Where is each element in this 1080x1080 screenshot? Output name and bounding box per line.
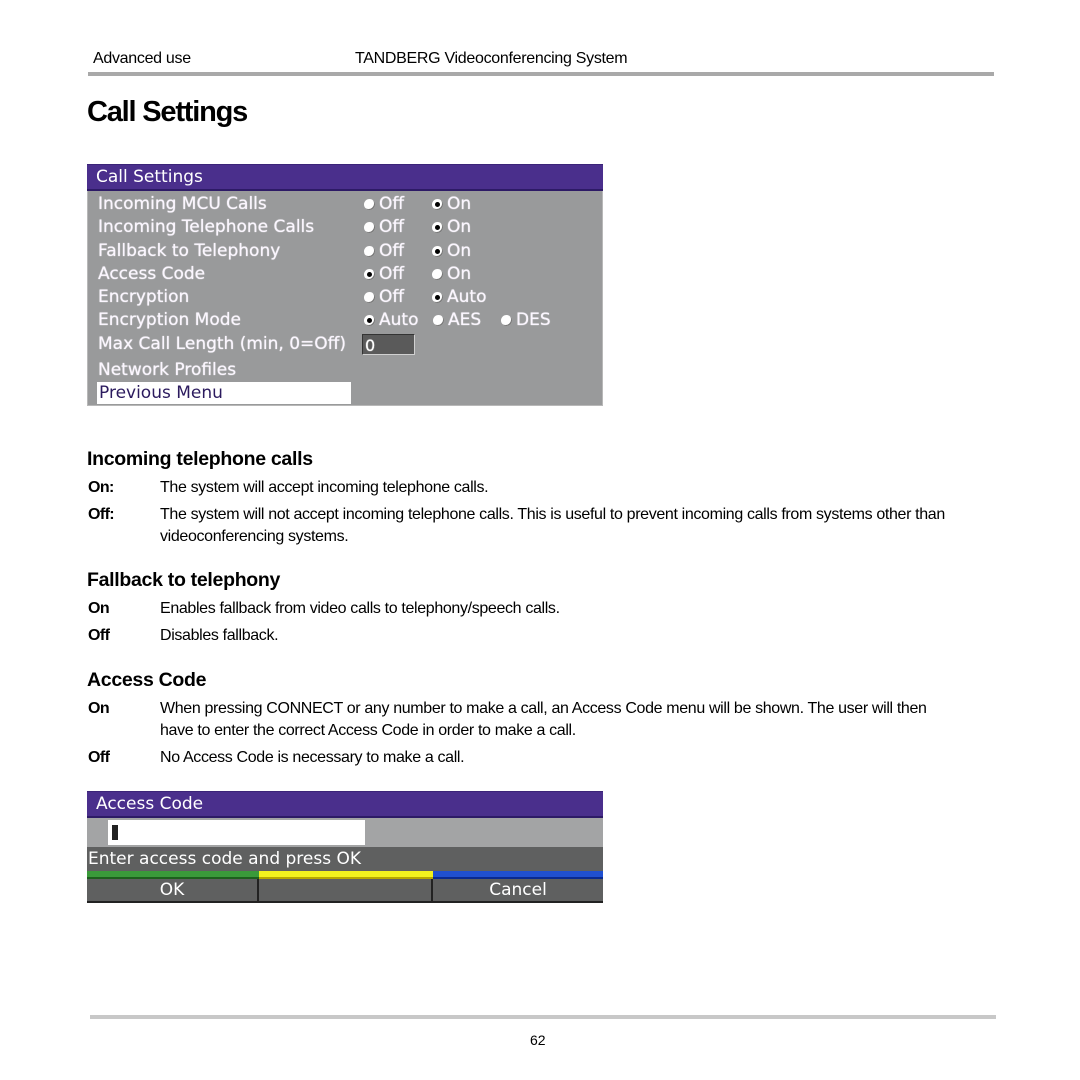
previous-menu-item[interactable]: Previous Menu [97, 382, 351, 405]
menu-row-encryption-mode[interactable]: Encryption Mode Auto AES DES [88, 309, 602, 332]
header-product: TANDBERG Videoconferencing System [355, 50, 628, 67]
access-code-input[interactable] [108, 820, 365, 845]
radio-option-auto[interactable]: Auto [432, 286, 486, 309]
radio-option-auto[interactable]: Auto [364, 309, 418, 332]
cancel-button[interactable]: Cancel [433, 879, 603, 901]
term-label: Off [88, 749, 110, 766]
menu-body: Incoming MCU Calls Off On Incoming Telep… [87, 191, 603, 406]
radio-option-off[interactable]: Off [364, 286, 404, 309]
header-section: Advanced use [93, 50, 191, 67]
blue-bar [433, 871, 603, 879]
header-divider [88, 72, 994, 76]
row-label: Incoming MCU Calls [98, 194, 267, 214]
menu-row-max-call-length[interactable]: Max Call Length (min, 0=Off) 0 [88, 333, 602, 356]
menu-row-fallback-to-telephony[interactable]: Fallback to Telephony Off On [88, 240, 602, 263]
access-code-input-row [87, 818, 603, 847]
footer-divider [90, 1015, 996, 1019]
term-description: When pressing CONNECT or any number to m… [160, 700, 927, 739]
menu-row-encryption[interactable]: Encryption Off Auto [88, 286, 602, 309]
term-description: No Access Code is necessary to make a ca… [160, 749, 465, 766]
radio-icon [364, 245, 375, 257]
term-label: On [88, 700, 110, 717]
section-heading: Incoming telephone calls [87, 448, 313, 470]
radio-icon [433, 315, 444, 327]
max-call-length-input[interactable]: 0 [362, 333, 415, 355]
row-label: Access Code [98, 263, 206, 284]
menu-row-network-profiles[interactable]: Network Profiles [88, 359, 602, 382]
button-color-bars [87, 871, 603, 879]
page-title: Call Settings [87, 96, 248, 128]
term-description: The system will not accept incoming tele… [160, 506, 945, 545]
term-label: On: [88, 479, 114, 496]
term-description: Disables fallback. [160, 627, 279, 644]
access-code-prompt: Enter access code and press OK [87, 847, 603, 871]
term-label: On [88, 600, 110, 617]
radio-selected-icon [432, 292, 443, 304]
access-code-menu: Access Code Enter access code and press … [87, 791, 603, 903]
radio-option-on[interactable]: On [432, 263, 471, 286]
menu-row-incoming-telephone-calls[interactable]: Incoming Telephone Calls Off On [88, 216, 602, 239]
radio-icon [364, 292, 375, 304]
section-heading: Fallback to telephony [87, 569, 281, 591]
page-number: 62 [530, 1032, 546, 1048]
radio-option-off[interactable]: Off [364, 216, 404, 239]
term-description: Enables fallback from video calls to tel… [160, 600, 560, 617]
empty-button[interactable] [259, 879, 433, 901]
row-label: Network Profiles [98, 360, 237, 381]
radio-option-on[interactable]: On [432, 193, 471, 216]
menu-row-incoming-mcu-calls[interactable]: Incoming MCU Calls Off On [88, 193, 602, 216]
row-label: Max Call Length (min, 0=Off) [98, 333, 347, 354]
radio-selected-icon [432, 222, 443, 234]
term-label: Off: [88, 506, 115, 523]
radio-icon [501, 315, 512, 327]
menu-row-access-code[interactable]: Access Code Off On [88, 263, 602, 286]
radio-icon [364, 222, 375, 234]
radio-selected-icon [432, 245, 443, 257]
green-bar [87, 871, 259, 879]
call-settings-menu: Call Settings Incoming MCU Calls Off On … [87, 164, 603, 406]
radio-option-off[interactable]: Off [364, 240, 404, 263]
radio-option-on[interactable]: On [432, 240, 471, 263]
row-label: Encryption Mode [98, 310, 241, 331]
radio-selected-icon [364, 315, 375, 327]
radio-selected-icon [364, 268, 375, 280]
radio-icon [432, 268, 443, 280]
radio-option-des[interactable]: DES [501, 309, 551, 332]
radio-option-aes[interactable]: AES [433, 309, 481, 332]
menu-title: Access Code [87, 791, 603, 818]
button-row: OK Cancel [87, 879, 603, 903]
radio-selected-icon [432, 199, 443, 210]
menu-title: Call Settings [87, 164, 603, 191]
row-label: Incoming Telephone Calls [98, 217, 315, 238]
ok-button[interactable]: OK [87, 879, 259, 901]
term-label: Off [88, 627, 110, 644]
section-heading: Access Code [87, 669, 207, 691]
radio-option-on[interactable]: On [432, 216, 471, 239]
term-description: The system will accept incoming telephon… [160, 479, 489, 496]
yellow-bar [259, 871, 433, 879]
menu-row-previous-menu[interactable]: Previous Menu [88, 382, 602, 405]
radio-option-off[interactable]: Off [364, 263, 404, 286]
radio-option-off[interactable]: Off [364, 193, 404, 216]
radio-icon [364, 199, 375, 210]
text-cursor [112, 825, 118, 840]
row-label: Encryption [98, 287, 190, 308]
row-label: Fallback to Telephony [98, 240, 281, 261]
